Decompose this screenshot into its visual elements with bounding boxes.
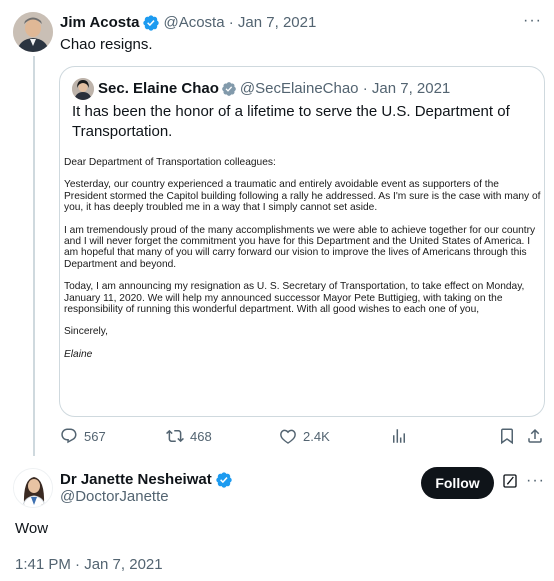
quote-avatar	[72, 78, 94, 100]
avatar[interactable]	[13, 12, 53, 52]
quote-text: It has been the honor of a lifetime to s…	[72, 103, 510, 140]
letter-closing: Sincerely,	[64, 326, 108, 338]
avatar[interactable]	[13, 468, 53, 508]
tweet-date[interactable]: Jan 7, 2021	[238, 13, 316, 33]
share-icon	[528, 428, 542, 443]
quoted-tweet-card[interactable]: Sec. Elaine Chao @SecElaineChao · Jan 7,…	[59, 66, 545, 417]
tweet-header: Jim Acosta @Acosta · Jan 7, 2021	[60, 13, 316, 33]
thread-connector-line	[33, 56, 35, 456]
quote-header: Sec. Elaine Chao @SecElaineChao · Jan 7,…	[98, 79, 450, 99]
author-handle[interactable]: @Acosta	[163, 13, 224, 33]
views-button[interactable]	[390, 426, 414, 446]
reply-text: Wow	[15, 520, 49, 537]
letter-paragraph-2: I am tremendously proud of the many acco…	[64, 224, 536, 270]
tweet-actions-bar: 567 468 2.4K	[60, 426, 546, 446]
bookmark-button[interactable]	[498, 426, 522, 446]
verified-badge-icon	[222, 82, 236, 96]
share-button[interactable]	[526, 426, 550, 446]
letter-salutation: Dear Department of Transportation collea…	[64, 157, 276, 168]
letter-paragraph-3: Today, I am announcing my resignation as…	[64, 281, 525, 316]
follow-button[interactable]: Follow	[421, 467, 494, 499]
verified-badge-icon	[143, 15, 160, 31]
separator: ·	[224, 14, 238, 31]
author-name[interactable]: Jim Acosta	[60, 13, 139, 33]
analytics-icon	[393, 429, 405, 443]
verified-badge-icon	[216, 472, 232, 488]
quote-date: Jan 7, 2021	[371, 80, 451, 97]
retweet-icon	[166, 429, 184, 443]
more-options-icon[interactable]: ···	[526, 472, 545, 490]
letter-paragraph-1: Yesterday, our country experienced a tra…	[64, 179, 541, 214]
more-options-icon[interactable]: ···	[523, 12, 542, 30]
quote-author-name: Sec. Elaine Chao	[98, 80, 219, 97]
resignation-letter-image[interactable]: Dear Department of Transportation collea…	[64, 157, 542, 371]
quote-handle: @SecElaineChao	[239, 80, 359, 97]
tweet-text: Chao resigns.	[60, 36, 153, 53]
retweet-count: 468	[190, 428, 212, 444]
letter-signature: Elaine	[64, 348, 93, 360]
heart-icon	[280, 429, 296, 444]
bookmark-icon	[501, 428, 513, 445]
reply-button[interactable]: 567	[60, 426, 106, 446]
reply-author-handle[interactable]: @DoctorJanette	[60, 487, 169, 507]
reply-timestamp[interactable]: 1:41 PM · Jan 7, 2021	[15, 555, 163, 575]
like-button[interactable]: 2.4K	[279, 426, 330, 446]
retweet-button[interactable]: 468	[166, 426, 212, 446]
reply-count: 567	[84, 428, 106, 444]
like-count: 2.4K	[303, 428, 330, 444]
grok-icon[interactable]	[502, 473, 518, 489]
reply-icon	[61, 428, 77, 444]
separator: ·	[358, 80, 372, 97]
